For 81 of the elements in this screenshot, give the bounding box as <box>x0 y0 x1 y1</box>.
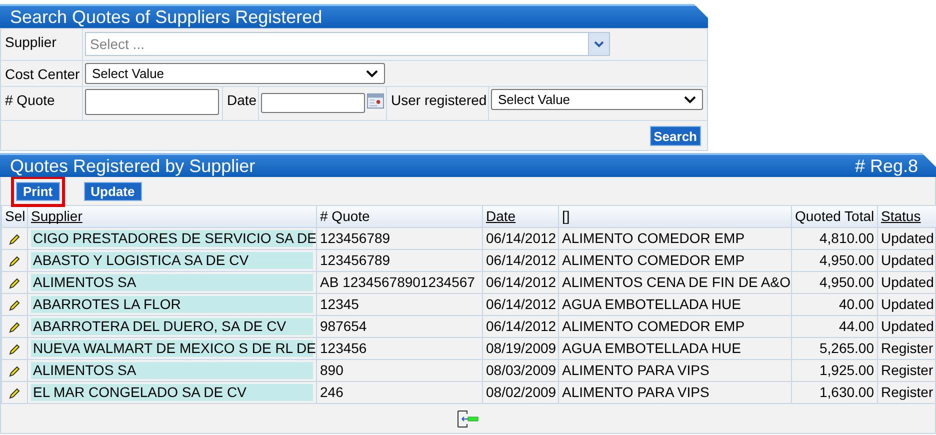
pencil-icon[interactable] <box>8 342 21 356</box>
table-cell: 06/14/2012 <box>486 274 556 290</box>
search-button[interactable]: Search <box>650 126 701 146</box>
quote-input[interactable] <box>85 89 219 115</box>
column-header: Sel <box>5 208 26 224</box>
table-cell: 4,950.00 <box>820 252 874 268</box>
panel-title: Quotes Registered by Supplier <box>10 154 256 178</box>
table-cell: ALIMENTO PARA VIPS <box>562 362 710 378</box>
field-label: # Quote <box>1 87 83 120</box>
table-cell: 06/14/2012 <box>486 296 556 312</box>
table-cell: Register <box>881 340 934 356</box>
table-cell: 987654 <box>320 318 367 334</box>
pencil-icon[interactable] <box>8 298 21 312</box>
table-cell: 40.00 <box>838 296 874 312</box>
table-cell: ALIMENTO COMEDOR EMP <box>562 318 745 334</box>
date-input[interactable] <box>261 93 365 113</box>
table-cell: AGUA EMBOTELLADA HUE <box>562 296 741 312</box>
table-cell: AB 12345678901234567 <box>320 274 475 290</box>
table-cell: 123456789 <box>320 230 390 246</box>
table-cell: 08/02/2009 <box>486 384 556 400</box>
table-cell: 1,630.00 <box>820 384 874 400</box>
table-cell: 44.00 <box>838 318 874 334</box>
table-cell: 123456789 <box>320 252 390 268</box>
pencil-icon[interactable] <box>8 254 21 268</box>
pencil-icon[interactable] <box>8 386 21 400</box>
chevron-down-icon <box>594 40 604 48</box>
combobox-arrow-button[interactable] <box>588 33 609 55</box>
field-label: Supplier <box>1 29 83 60</box>
export-icon[interactable] <box>457 410 479 428</box>
print-button[interactable]: Print <box>16 182 60 200</box>
table-cell: Updated <box>881 230 934 246</box>
table-cell: 123456 <box>320 340 367 356</box>
pencil-icon[interactable] <box>8 364 21 378</box>
supplier-name: NUEVA WALMART DE MEXICO S DE RL DE <box>31 340 313 357</box>
table-cell: 1,925.00 <box>820 362 874 378</box>
table-cell: 08/03/2009 <box>486 362 556 378</box>
table-cell: 06/14/2012 <box>486 252 556 268</box>
table-cell: Register <box>881 362 934 378</box>
table-cell: 06/14/2012 <box>486 230 556 246</box>
panel-title: Search Quotes of Suppliers Registered <box>10 6 322 29</box>
table-cell: 12345 <box>320 296 359 312</box>
table-cell: ALIMENTO PARA VIPS <box>562 384 710 400</box>
column-header: Quoted Total <box>795 208 874 224</box>
table-cell: 4,810.00 <box>820 230 874 246</box>
table-cell: 246 <box>320 384 344 400</box>
table-cell: 5,265.00 <box>820 340 874 356</box>
calendar-icon[interactable] <box>367 93 384 109</box>
supplier-name: EL MAR CONGELADO SA DE CV <box>31 384 313 401</box>
supplier-name: ABARROTERA DEL DUERO, SA DE CV <box>31 318 313 335</box>
table-cell: ALIMENTOS CENA DE FIN DE A&O <box>562 274 790 290</box>
table-cell: Updated <box>881 252 934 268</box>
pencil-icon[interactable] <box>8 276 21 290</box>
supplier-name: ABARROTES LA FLOR <box>31 296 313 313</box>
column-header: # Quote <box>320 208 370 224</box>
table-cell: AGUA EMBOTELLADA HUE <box>562 340 741 356</box>
table-cell: 4,950.00 <box>820 274 874 290</box>
table-cell: 06/14/2012 <box>486 318 556 334</box>
supplier-name: ALIMENTOS SA <box>31 362 313 379</box>
dropdown-caret-icon <box>684 96 696 104</box>
field-label: Cost Center <box>1 61 83 86</box>
column-header: [] <box>562 208 570 224</box>
column-sort-link[interactable]: Supplier <box>31 208 82 224</box>
table-cell: Updated <box>881 274 934 290</box>
pencil-icon[interactable] <box>8 320 21 334</box>
supplier-name: ABASTO Y LOGISTICA SA DE CV <box>31 252 313 269</box>
pencil-icon[interactable] <box>8 232 21 246</box>
table-cell: ALIMENTO COMEDOR EMP <box>562 252 745 268</box>
table-cell: Updated <box>881 318 934 334</box>
record-count: # Reg.8 <box>854 154 919 178</box>
table-cell: 08/19/2009 <box>486 340 556 356</box>
table-cell: 890 <box>320 362 344 378</box>
field-label: Date <box>223 87 259 120</box>
user-registered-select[interactable]: Select Value <box>491 89 703 110</box>
dropdown-caret-icon <box>366 70 378 78</box>
table-cell: ALIMENTO COMEDOR EMP <box>562 230 745 246</box>
field-label: User registered <box>387 87 489 120</box>
table-cell: Register <box>881 384 934 400</box>
toolbar-button[interactable]: Update <box>84 182 142 200</box>
table-cell: Updated <box>881 296 934 312</box>
cost-center-select[interactable]: Select Value <box>85 63 385 84</box>
supplier-name: ALIMENTOS SA <box>31 274 313 291</box>
